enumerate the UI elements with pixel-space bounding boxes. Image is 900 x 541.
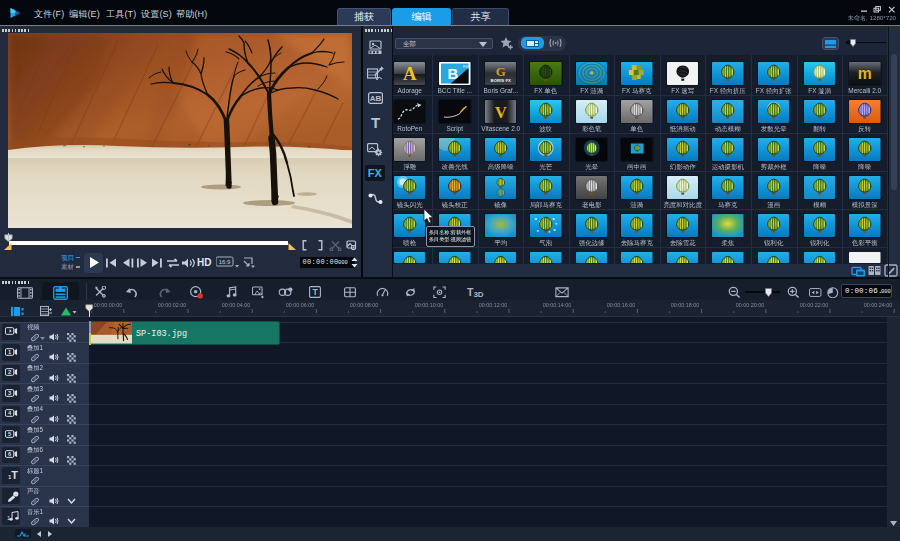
svg-text:3: 3	[8, 390, 12, 396]
svg-text:5: 5	[8, 431, 12, 437]
svg-text:1: 1	[8, 349, 12, 355]
svg-text:2: 2	[8, 369, 12, 375]
svg-text:6: 6	[8, 451, 12, 457]
svg-text:4: 4	[8, 410, 12, 416]
